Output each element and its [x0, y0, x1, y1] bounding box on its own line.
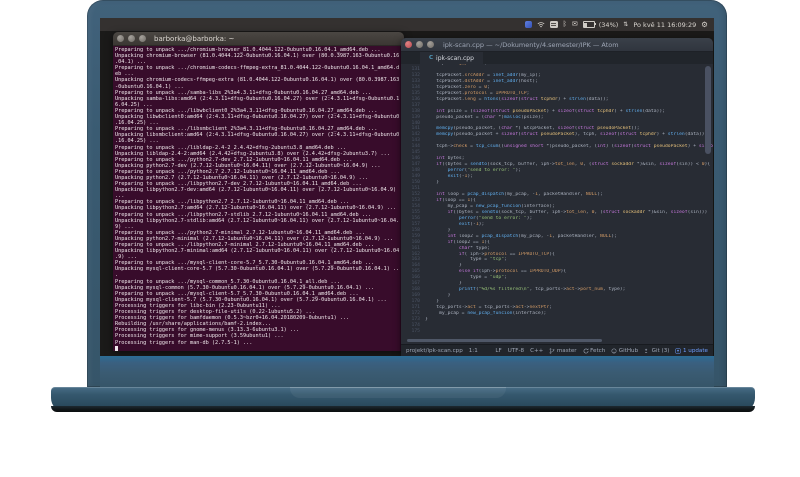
line-number: 175 — [411, 328, 420, 334]
terminal-line: Preparing to unpack .../chromium-codecs-… — [115, 65, 400, 72]
editor-horizontal-scrollbar[interactable] — [407, 339, 602, 342]
status-item-github[interactable]: GitHub — [611, 348, 638, 354]
terminal-minimize-button[interactable] — [128, 35, 135, 42]
battery-indicator[interactable]: (34%) — [582, 20, 619, 29]
terminal-titlebar[interactable]: barborka@barborka: ~ — [113, 32, 404, 46]
laptop-base — [51, 387, 755, 412]
status-item-label: UTF-8 — [507, 347, 525, 354]
system-top-panel: ᛒ ✉ (34%) ⇅ Po kvě 11 16:09:29 ⚙ — [100, 18, 714, 31]
atom-status-bar: projekt/ipk-scan.cpp 1:1 LF UTF-8 C++ maste… — [401, 344, 713, 356]
status-item-label: Fetch — [590, 347, 606, 354]
status-item-fetch[interactable]: Fetch — [583, 347, 606, 354]
terminal-maximize-button[interactable] — [139, 35, 146, 42]
code-text: my_pcap = new_pcap_funcion(interface); — [425, 311, 547, 317]
terminal-title: barborka@barborka: ~ — [154, 34, 235, 43]
status-item-label: LF — [495, 347, 502, 354]
code-text: memcpy(pseudo_packet + sizeof(struct pse… — [436, 132, 708, 138]
terminal-line: Unpacking libldap-2.4-2:amd64 (2.4.42+df… — [115, 150, 390, 157]
status-item-label: master — [556, 347, 577, 354]
atom-maximize-button[interactable] — [427, 41, 434, 48]
code-text: tcph->check = tcp_csum((unsigned short *… — [425, 144, 713, 150]
session-gear-icon[interactable]: ⚙ — [701, 21, 708, 29]
status-item-git-3-[interactable]: Git (3) — [644, 348, 669, 354]
code-text: pseudo_packet = (char *)malloc(psize); — [425, 114, 544, 120]
terminal-line: Unpacking python2.7-dev (2.7.12-1ubuntu0… — [115, 162, 381, 169]
laptop-base-notch — [290, 387, 506, 398]
tab-ipk-scan[interactable]: C ipk-scan.cpp — [420, 52, 483, 64]
terminal-line: Unpacking libpython2.7:amd64 (2.7.12-1ub… — [115, 205, 397, 212]
mail-icon[interactable]: ✉ — [572, 21, 578, 28]
atom-tab-bar: C ipk-scan.cpp — [401, 52, 713, 64]
code-line: 175 — [401, 329, 713, 335]
laptop-base-edge — [51, 406, 755, 412]
terminal-line: Preparing to unpack .../python2.7-minima… — [115, 229, 365, 236]
laptop-screen-chin — [100, 356, 714, 387]
code-rows: 130 tcph->urg_ptr = 0;131132 tcpPacket.s… — [401, 64, 713, 335]
laptop-mockup: ᛒ ✉ (34%) ⇅ Po kvě 11 16:09:29 ⚙ barbork… — [0, 0, 800, 477]
battery-icon — [582, 21, 596, 28]
sync-arrows-icon[interactable]: ⇅ — [623, 21, 628, 28]
update-icon — [675, 347, 682, 354]
input-method-icon[interactable] — [549, 21, 558, 28]
status-item-label: GitHub — [618, 347, 639, 354]
code-line: 142 memcpy(pseudo_packet + sizeof(struct… — [401, 132, 713, 138]
tab-label: ipk-scan.cpp — [436, 54, 474, 62]
status-left: projekt/ipk-scan.cpp 1:1 — [406, 348, 478, 354]
desktop-screen: ᛒ ✉ (34%) ⇅ Po kvě 11 16:09:29 ⚙ barbork… — [100, 18, 714, 356]
status-item-label: 1 update — [682, 347, 708, 354]
clock[interactable]: Po kvě 11 16:09:29 — [633, 21, 696, 29]
terminal-line: Unpacking mysql-client-core-5.7 (5.7.30-… — [115, 266, 400, 273]
git-branch-icon — [549, 347, 555, 354]
status-item-master[interactable]: master — [549, 347, 577, 354]
status-file-path[interactable]: projekt/ipk-scan.cpp — [406, 348, 463, 354]
terminal-line: Unpacking libpython2.7-stdlib:amd64 (2.7… — [115, 217, 400, 224]
indicator-blue-icon — [524, 21, 532, 28]
atom-titlebar[interactable]: ipk-scan.cpp — ~/Dokumenty/4.semester/IP… — [401, 38, 713, 52]
terminal-line: Unpacking chromium-codecs-ffmpeg-extra (… — [115, 77, 400, 84]
terminal-line: Unpacking chromium-browser (81.0.4044.12… — [115, 53, 400, 60]
status-cursor-position[interactable]: 1:1 — [469, 348, 478, 354]
terminal-line: Unpacking libpython2.7-dev:amd64 (2.7.12… — [115, 187, 397, 194]
git-diff-icon — [644, 348, 650, 354]
keyboard-layout-icon — [549, 21, 558, 28]
sync-icon — [583, 347, 589, 354]
status-item-lf[interactable]: LF — [495, 348, 501, 354]
atom-window-title: ipk-scan.cpp — ~/Dokumenty/4.semester/IP… — [443, 40, 619, 49]
wifi-icon[interactable] — [537, 21, 545, 28]
terminal-window: barborka@barborka: ~ Preparing to unpack… — [113, 32, 404, 351]
github-icon — [611, 348, 617, 354]
atom-close-button[interactable] — [405, 41, 412, 48]
code-line: 144 tcph->check = tcp_csum((unsigned sho… — [401, 144, 713, 150]
status-item-label: Git (3) — [651, 347, 670, 354]
terminal-line: Unpacking samba-libs:amd64 (2:4.3.11+dfs… — [115, 95, 400, 102]
status-right: LF UTF-8 C++ master Fetch GitHub Git (3) 1 upda… — [495, 348, 708, 354]
terminal-line: Preparing to unpack .../samba-libs_2%3a4… — [115, 89, 372, 96]
terminal-line: Unpacking mysql-common (5.7.30-0ubuntu0.… — [115, 284, 375, 291]
code-text: } — [425, 180, 440, 186]
code-text: } — [425, 316, 428, 322]
editor-vertical-scrollbar[interactable] — [705, 66, 711, 154]
terminal-line: Preparing to unpack .../libpython2.7-std… — [115, 211, 372, 218]
code-text: printf("%d/%s filtered\n", tcp_ports->ac… — [458, 287, 626, 293]
status-item-c-[interactable]: C++ — [530, 348, 543, 354]
terminal-line: Unpacking libpython2.7-minimal:amd64 (2.… — [115, 248, 400, 255]
battery-label: (34%) — [598, 20, 619, 29]
status-item-utf-8[interactable]: UTF-8 — [508, 348, 524, 354]
atom-window: ipk-scan.cpp — ~/Dokumenty/4.semester/IP… — [401, 38, 713, 356]
code-editor[interactable]: 130 tcph->urg_ptr = 0;131132 tcpPacket.s… — [401, 64, 713, 344]
status-item-1-update[interactable]: 1 update — [675, 348, 708, 354]
terminal-output[interactable]: Preparing to unpack .../chromium-browser… — [113, 46, 404, 351]
bluetooth-icon[interactable]: ᛒ — [563, 21, 567, 28]
cpp-file-icon: C — [429, 55, 434, 61]
keyboard-indicator-icon[interactable] — [524, 21, 532, 28]
code-text: tcpPacket.leng = htons(sizeof(struct tcp… — [425, 96, 609, 102]
atom-minimize-button[interactable] — [416, 41, 423, 48]
terminal-cursor — [115, 345, 119, 351]
terminal-close-button[interactable] — [117, 35, 124, 42]
code-text: tcph->urg_ptr = 0; — [425, 64, 487, 67]
status-item-label: C++ — [530, 347, 544, 354]
